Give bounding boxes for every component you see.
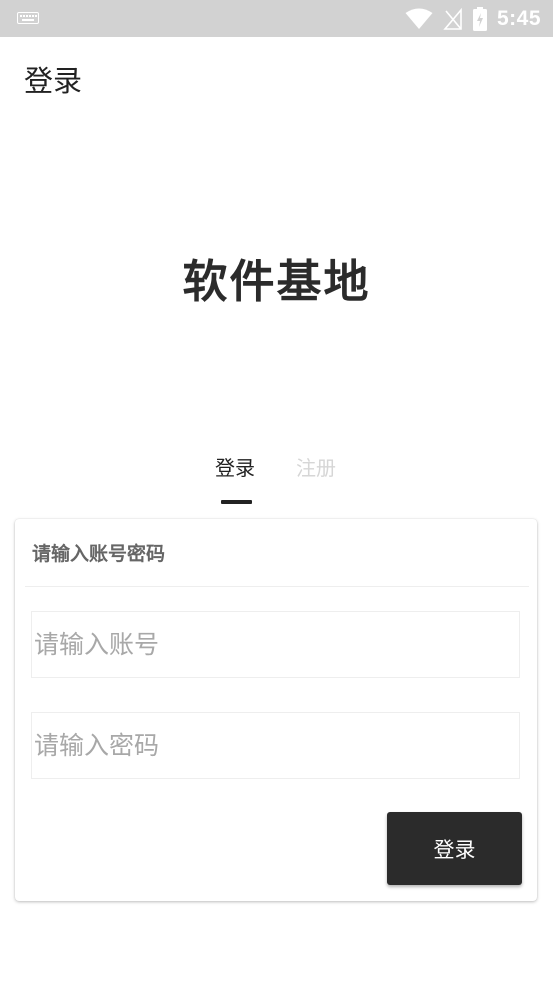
brand-title: 软件基地 (182, 255, 371, 308)
wifi-icon (405, 8, 433, 29)
card-header: 请输入账号密码 (32, 543, 166, 565)
battery-charging-icon (472, 6, 487, 31)
tab-login[interactable]: 登录 (215, 452, 255, 481)
account-input[interactable] (31, 611, 520, 678)
no-signal-icon (443, 7, 462, 30)
status-time: 5:45 (496, 6, 541, 30)
auth-tabs: 登录 注册 (0, 452, 553, 508)
status-bar: 5:45 (0, 0, 553, 37)
status-icons: 5:45 (405, 6, 541, 31)
login-button[interactable]: 登录 (387, 812, 522, 885)
tab-register[interactable]: 注册 (296, 452, 336, 481)
password-input[interactable] (31, 712, 520, 779)
login-card: 请输入账号密码 登录 (15, 519, 537, 901)
card-divider (25, 586, 529, 587)
page-title: 登录 (24, 64, 83, 98)
tab-indicator (221, 500, 252, 504)
keyboard-icon (17, 12, 39, 24)
